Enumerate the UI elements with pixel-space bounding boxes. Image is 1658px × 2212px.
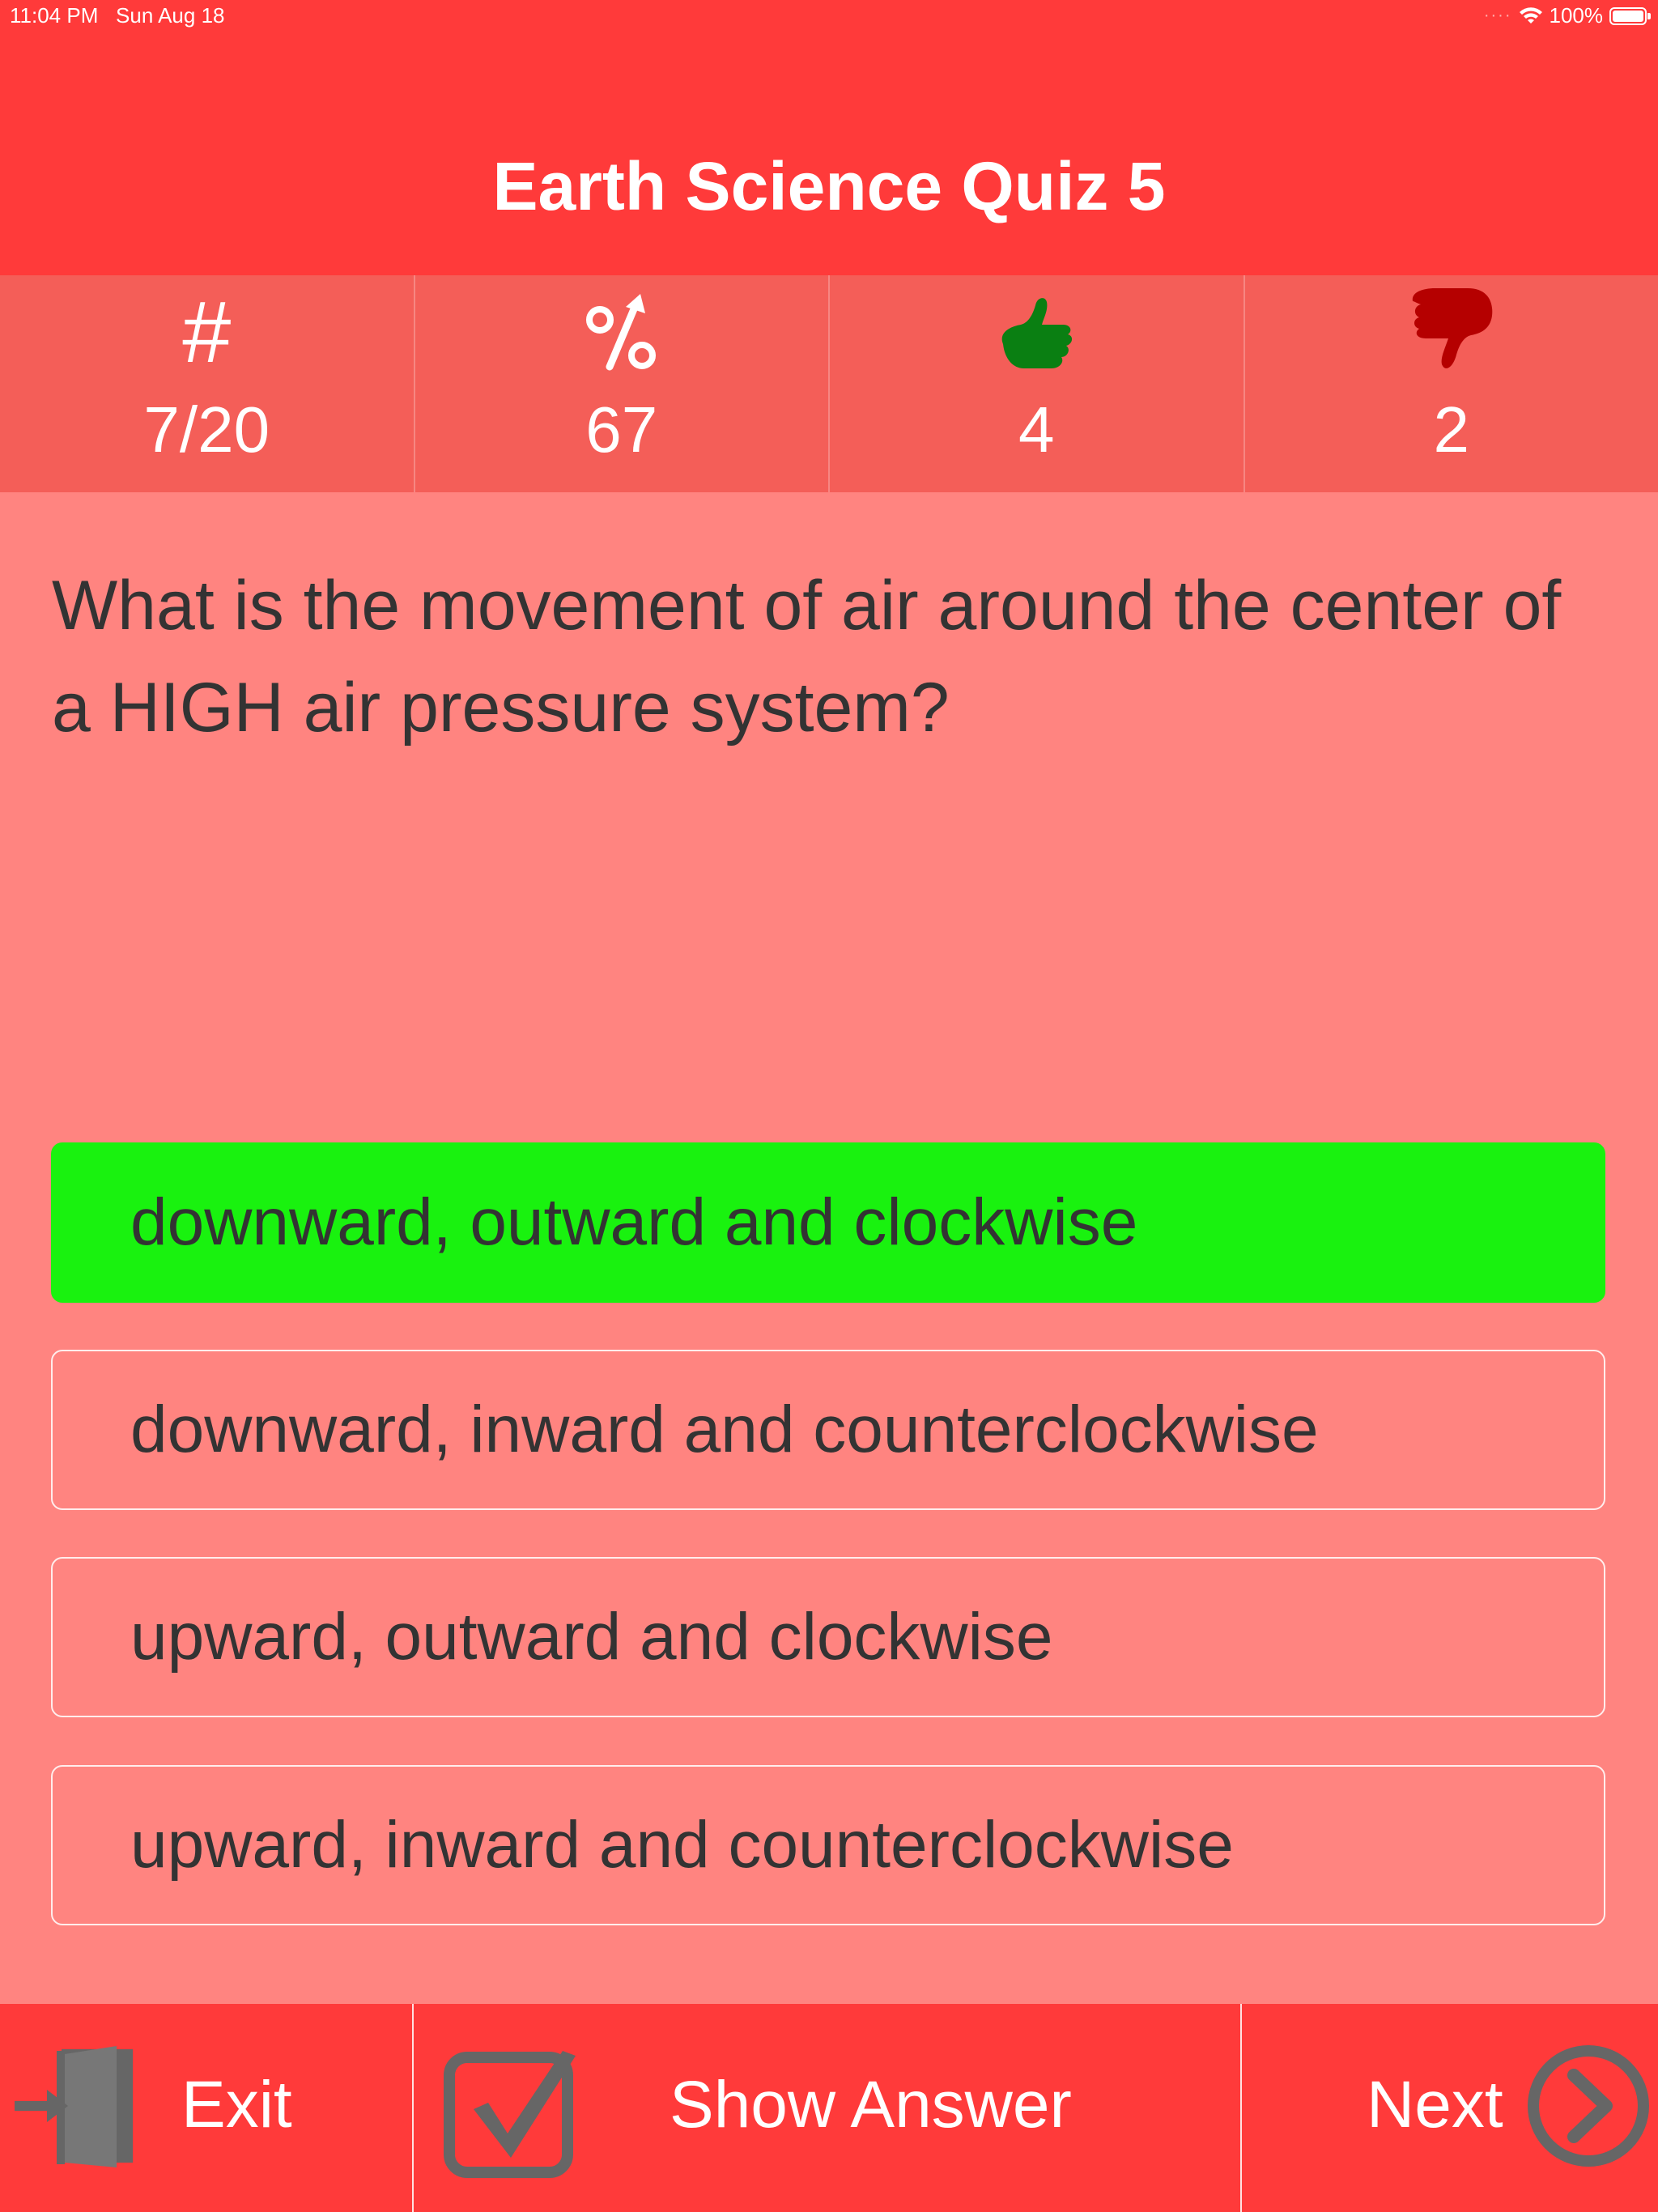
thumbs-up-icon <box>830 283 1244 381</box>
stat-value: 7/20 <box>143 393 270 466</box>
percent-trend-icon <box>415 283 829 381</box>
stat-correct: 4 <box>830 275 1245 492</box>
stat-value: 2 <box>1433 393 1470 466</box>
exit-label: Exit <box>181 2068 292 2142</box>
next-label: Next <box>1367 2068 1503 2142</box>
status-date: Sun Aug 18 <box>116 3 225 28</box>
hash-icon: # <box>182 283 232 381</box>
cellular-dots-icon: ···· <box>1483 6 1512 24</box>
header-bar <box>0 0 1658 275</box>
next-button[interactable]: Next <box>1242 2004 1658 2212</box>
chevron-right-circle-icon <box>1528 2045 1649 2167</box>
stat-question-number: # 7/20 <box>0 275 415 492</box>
stat-wrong: 2 <box>1245 275 1658 492</box>
page-title: Earth Science Quiz 5 <box>492 148 1166 224</box>
stat-value: 67 <box>585 393 658 466</box>
answer-option-3[interactable]: upward, outward and clockwise <box>51 1557 1605 1717</box>
status-clock: 11:04 PM <box>10 3 99 28</box>
question-text: What is the movement of air around the c… <box>52 567 1562 747</box>
answer-label: upward, outward and clockwise <box>130 1600 1053 1674</box>
answer-label: upward, inward and counterclockwise <box>130 1808 1234 1882</box>
stat-value: 4 <box>1018 393 1055 466</box>
show-answer-label: Show Answer <box>670 2068 1072 2142</box>
status-indicators: ···· 100% <box>1483 3 1651 28</box>
stats-bar: # 7/20 67 4 2 <box>0 275 1658 492</box>
exit-door-icon <box>15 2046 133 2167</box>
battery-icon <box>1609 6 1651 25</box>
stat-percent: 67 <box>415 275 830 492</box>
answer-option-4[interactable]: upward, inward and counterclockwise <box>51 1765 1605 1925</box>
show-answer-button[interactable]: Show Answer <box>414 2004 1240 2212</box>
exit-button[interactable]: Exit <box>0 2004 412 2212</box>
answer-label: downward, inward and counterclockwise <box>130 1393 1319 1466</box>
answer-option-2[interactable]: downward, inward and counterclockwise <box>51 1350 1605 1510</box>
answer-option-1[interactable]: downward, outward and clockwise <box>51 1142 1605 1303</box>
battery-percent: 100% <box>1549 3 1604 28</box>
answer-label: downward, outward and clockwise <box>130 1185 1138 1259</box>
wifi-icon <box>1519 6 1542 23</box>
thumbs-down-icon <box>1245 283 1658 381</box>
checkbox-check-icon <box>444 2051 576 2178</box>
status-time: 11:04 PM Sun Aug 18 <box>10 3 225 28</box>
